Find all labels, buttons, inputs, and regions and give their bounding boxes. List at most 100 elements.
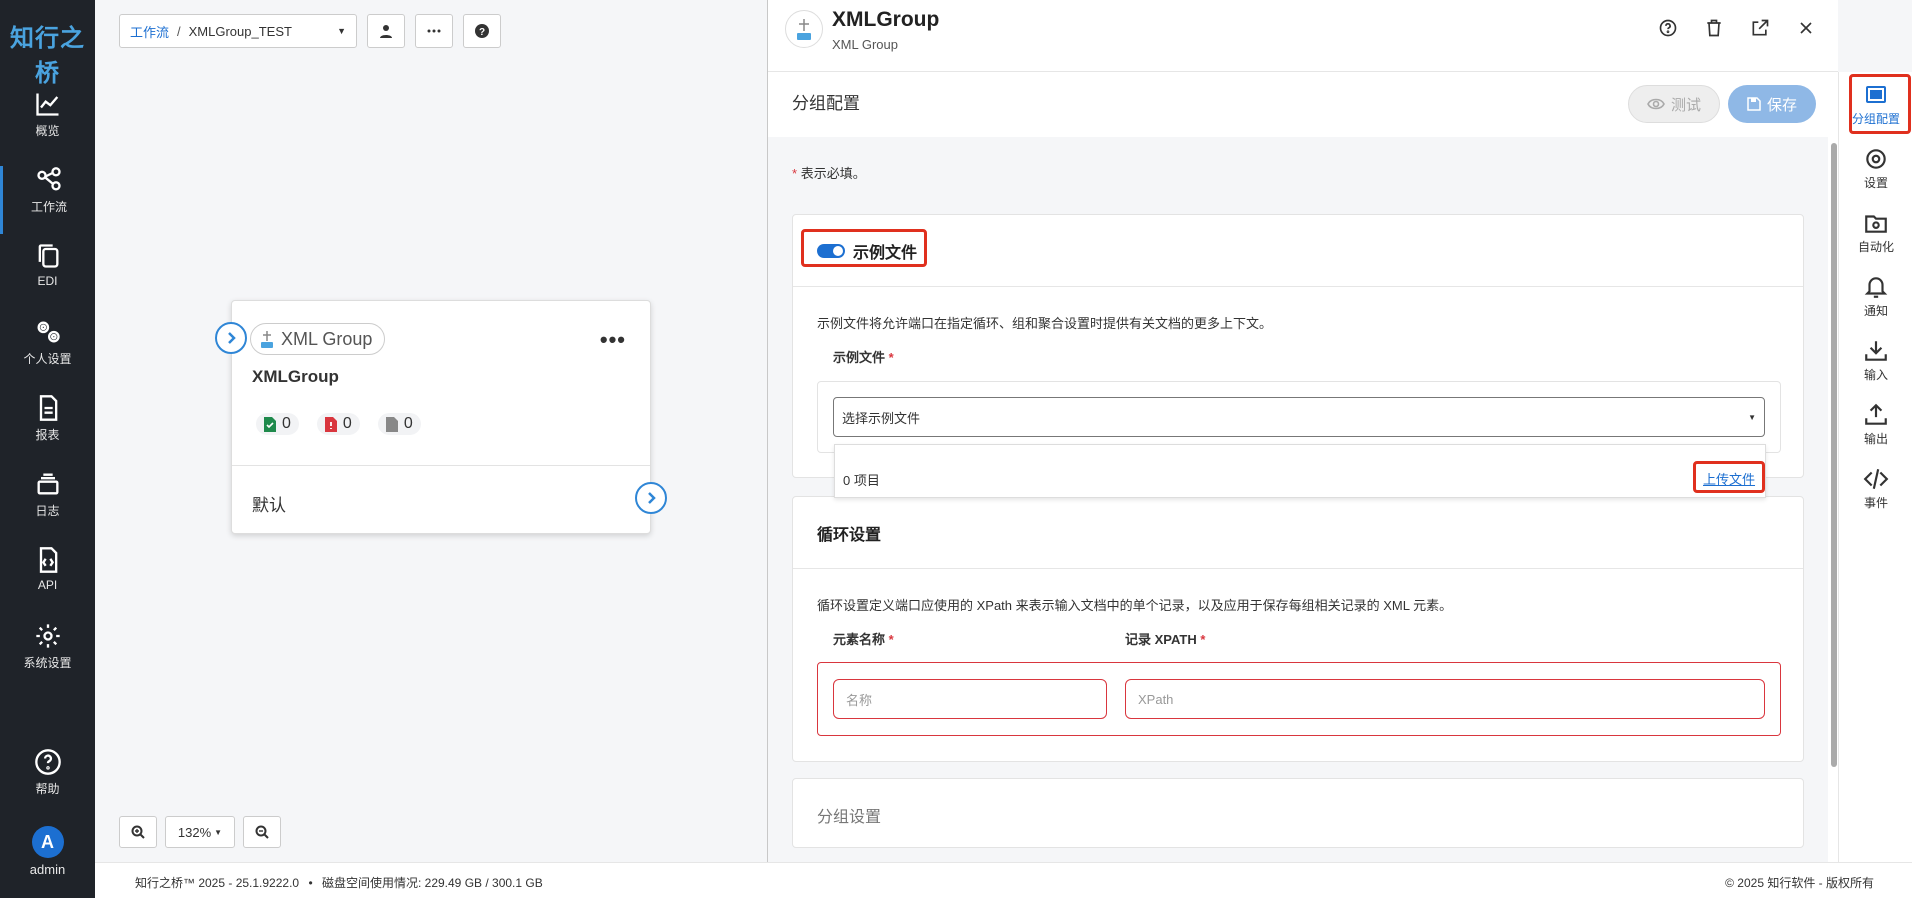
node-output-connector[interactable] — [635, 482, 667, 514]
chart-line-icon — [35, 93, 58, 116]
svg-text:?: ? — [479, 27, 485, 38]
nav-label: 工作流 — [30, 200, 67, 214]
node-output-label: 默认 — [252, 496, 286, 515]
node-more-icon[interactable]: ••• — [600, 327, 626, 353]
record-xpath-input[interactable]: XPath — [1125, 679, 1765, 719]
nav-label: 个人设置 — [23, 352, 72, 366]
nav-item-workflow[interactable]: 工作流 — [0, 166, 95, 234]
nav-label: 帮助 — [35, 782, 60, 796]
chevron-down-icon: ▼ — [337, 26, 346, 36]
pending-count[interactable]: 0 — [377, 413, 421, 435]
workflow-node-card[interactable]: XML Group ••• XMLGroup 0 0 0 默认 — [231, 300, 651, 534]
bell-icon — [1864, 277, 1888, 298]
help-circle-icon[interactable] — [1658, 18, 1678, 38]
sample-file-description: 示例文件将允许端口在指定循环、组和聚合设置时提供有关文档的更多上下文。 — [817, 316, 1273, 331]
success-count[interactable]: 0 — [256, 413, 299, 435]
nav-label: API — [37, 578, 58, 592]
zoom-level: 132% — [177, 824, 212, 840]
loop-settings-title: 循环设置 — [817, 527, 882, 544]
rail-item-events[interactable]: 事件 — [1839, 466, 1912, 511]
pending-count-value: 0 — [403, 415, 413, 432]
file-icon — [385, 416, 398, 432]
nav-label: 概览 — [35, 124, 60, 138]
external-link-icon[interactable] — [1750, 18, 1770, 38]
panel-header: XMLGroup XML Group — [768, 0, 1838, 72]
panel-content[interactable]: * 表示必填。 示例文件 示例文件将允许端口在指定循环、组和聚合设置时提供有关文… — [768, 137, 1828, 862]
help-button[interactable]: ? — [463, 14, 501, 48]
file-icon — [39, 395, 57, 421]
user-icon — [380, 25, 392, 38]
nav-item-overview[interactable]: 概览 — [0, 90, 95, 158]
node-input-connector[interactable] — [215, 322, 247, 354]
sample-file-select[interactable]: 选择示例文件 ▼ — [833, 397, 1765, 437]
rail-label: 通知 — [1863, 304, 1888, 318]
rail-item-output[interactable]: 输出 — [1839, 402, 1912, 447]
xml-group-logo — [785, 10, 823, 48]
sample-file-toggle-row[interactable]: 示例文件 — [817, 239, 917, 263]
nav-item-system-settings[interactable]: 系统设置 — [0, 622, 95, 690]
image-config-icon — [1866, 86, 1886, 103]
user-menu[interactable]: A admin — [0, 826, 95, 886]
zoom-out-button[interactable] — [243, 816, 281, 848]
trash-icon[interactable] — [1704, 18, 1724, 38]
element-name-label-text: 元素名称 — [833, 632, 886, 647]
element-name-input[interactable]: 名称 — [833, 679, 1107, 719]
workflow-canvas[interactable]: 工作流 / XMLGroup_TEST ▼ ? XML Group ••• XM… — [95, 0, 767, 862]
footer: 知行之桥™ 2025 - 25.1.9222.0 • 磁盘空间使用情况: 229… — [95, 862, 1912, 898]
nav-item-api[interactable]: API — [0, 546, 95, 614]
zoom-in-button[interactable] — [119, 816, 157, 848]
loop-settings-card: 循环设置 循环设置定义端口应使用的 XPath 来表示输入文档中的单个记录，以及… — [792, 496, 1804, 762]
footer-info: 知行之桥™ 2025 - 25.1.9222.0 • 磁盘空间使用情况: 229… — [135, 874, 543, 891]
breadcrumb[interactable]: 工作流 / XMLGroup_TEST ▼ — [119, 14, 357, 48]
help-circle-icon — [34, 749, 61, 775]
sample-file-field-label: 示例文件 * — [833, 347, 894, 366]
nav-item-reports[interactable]: 报表 — [0, 394, 95, 462]
rail-item-automation[interactable]: 自动化 — [1839, 210, 1912, 255]
share-nodes-icon — [37, 167, 61, 191]
copy-icon — [38, 244, 58, 268]
nav-item-personal-settings[interactable]: 个人设置 — [0, 318, 95, 386]
upload-icon — [1865, 403, 1887, 425]
app-logo[interactable]: 知行之桥 — [0, 18, 95, 88]
sample-file-select-placeholder: 选择示例文件 — [842, 410, 921, 426]
zoom-level-select[interactable]: 132% ▼ — [165, 816, 235, 848]
rail-item-group-config[interactable]: 分组配置 — [1839, 82, 1912, 127]
breadcrumb-root[interactable]: 工作流 — [130, 22, 169, 41]
close-icon[interactable] — [1796, 18, 1816, 38]
gear-icon — [35, 624, 60, 648]
rail-item-notifications[interactable]: 通知 — [1839, 274, 1912, 319]
question-circle-icon: ? — [475, 24, 489, 38]
nav-label: 日志 — [35, 504, 60, 518]
rail-label: 设置 — [1863, 176, 1888, 190]
zoom-in-icon — [131, 825, 145, 839]
user-button[interactable] — [367, 14, 405, 48]
sample-file-title: 示例文件 — [853, 245, 918, 262]
sample-file-card-header: 示例文件 — [793, 215, 1803, 287]
nav-item-edi[interactable]: EDI — [0, 242, 95, 310]
zoom-controls: 132% ▼ — [119, 816, 281, 848]
rail-item-input[interactable]: 输入 — [1839, 338, 1912, 383]
panel-header-actions — [1658, 18, 1816, 38]
chevron-right-icon — [648, 492, 656, 504]
node-counts: 0 0 0 — [256, 413, 421, 435]
test-button[interactable]: 测试 — [1628, 85, 1720, 123]
content-scrollbar[interactable] — [1831, 143, 1837, 767]
save-button[interactable]: 保存 — [1728, 85, 1816, 123]
sample-file-card: 示例文件 示例文件将允许端口在指定循环、组和聚合设置时提供有关文档的更多上下文。… — [792, 214, 1804, 478]
node-divider — [232, 465, 650, 466]
more-button[interactable] — [415, 14, 453, 48]
rail-item-settings[interactable]: 设置 — [1839, 146, 1912, 191]
error-count[interactable]: 0 — [316, 413, 360, 435]
upload-file-link[interactable]: 上传文件 — [1703, 469, 1755, 488]
nav-item-logs[interactable]: 日志 — [0, 470, 95, 538]
code-icon — [1863, 469, 1889, 489]
eye-icon — [1647, 98, 1665, 110]
required-star: * — [792, 166, 798, 181]
disk-usage-text: 磁盘空间使用情况: 229.49 GB / 300.1 GB — [321, 876, 543, 890]
save-icon — [1747, 97, 1761, 111]
nav-label: 系统设置 — [23, 656, 72, 670]
chevron-right-icon — [228, 332, 236, 344]
sample-file-toggle[interactable] — [817, 244, 845, 258]
record-xpath-label: 记录 XPATH * — [1125, 629, 1205, 648]
nav-item-help[interactable]: 帮助 — [0, 748, 95, 816]
